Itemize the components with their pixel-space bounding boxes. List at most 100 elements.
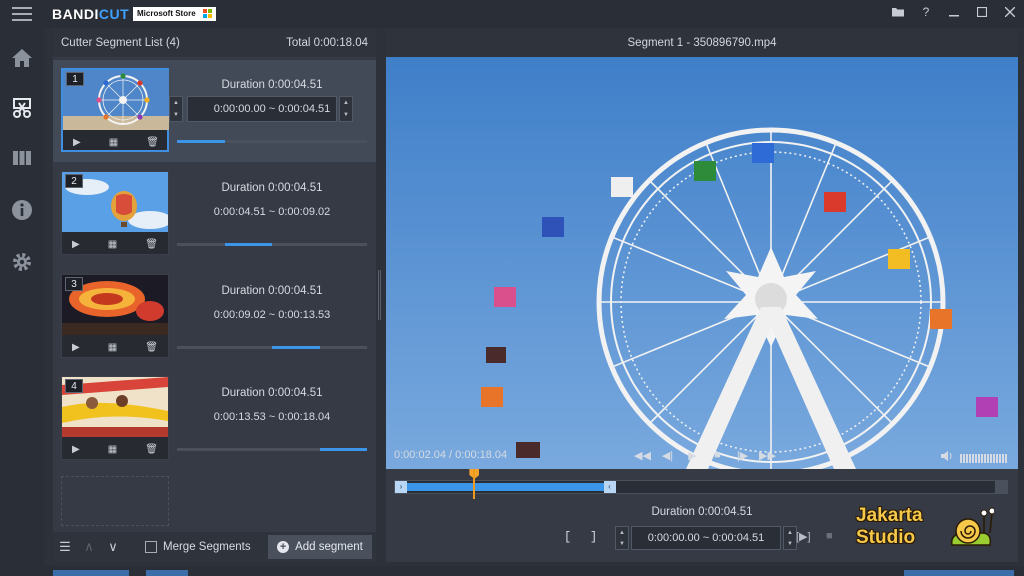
- panel-splitter[interactable]: [378, 270, 381, 320]
- segment-thumbnail[interactable]: 2 ▶ ▦ 🗑: [61, 171, 169, 255]
- segment-position-fill: [272, 346, 320, 349]
- segment-list-header: Cutter Segment List (4) Total 0:00:18.04: [53, 29, 376, 57]
- trash-icon[interactable]: 🗑: [145, 239, 158, 250]
- grid-icon[interactable]: ▦: [109, 137, 118, 148]
- title-bar: BANDICUT Microsoft Store ?: [0, 0, 1024, 28]
- timeline-selection: [401, 483, 610, 491]
- segment-number: 1: [66, 72, 84, 86]
- previous-frame-icon[interactable]: ◀|: [655, 445, 680, 465]
- segment-item-2[interactable]: 2 ▶ ▦ 🗑 Duration 0:00:04.51 0:00:04.51 ~…: [53, 163, 376, 265]
- segment-item-4[interactable]: 4 ▶ ▦ 🗑 Duration 0:00:04.51 0:00:13.53 ~…: [53, 368, 376, 470]
- window-controls: ?: [884, 0, 1024, 28]
- trash-icon[interactable]: 🗑: [145, 444, 158, 455]
- timeline-end-marker: [995, 481, 1007, 493]
- play-icon[interactable]: ▶: [72, 444, 80, 455]
- segment-list-total: Total 0:00:18.04: [286, 37, 368, 49]
- segment-range: 0:00:09.02 ~ 0:00:13.53: [213, 309, 331, 321]
- bandicut-window: BANDICUT Microsoft Store ? Cutter Segmen…: [0, 0, 1024, 576]
- play-selection-icon[interactable]: [▶]: [796, 530, 811, 543]
- segment-list-panel: Cutter Segment List (4) Total 0:00:18.04: [53, 29, 376, 562]
- segment-thumbnail[interactable]: 4 ▶ ▦ 🗑: [61, 376, 169, 460]
- play-icon[interactable]: ▶: [72, 239, 80, 250]
- plus-icon: +: [277, 541, 290, 553]
- segment-thumbnail[interactable]: 1 ▶ ▦ 🗑: [61, 68, 169, 152]
- merge-checkbox-box[interactable]: [145, 541, 157, 553]
- preview-panel: Segment 1 - 350896790.mp4 0:00:02.04 / 0…: [386, 29, 1018, 562]
- video-preview[interactable]: [386, 57, 1018, 469]
- snail-logo-icon: [950, 507, 994, 546]
- segment-item-3[interactable]: 3 ▶ ▦ 🗑 Duration 0:00:04.51 0:00:09.02 ~…: [53, 266, 376, 368]
- segment-number: 4: [65, 379, 83, 393]
- next-segment-icon[interactable]: ▶▶: [755, 445, 780, 465]
- add-segment-button[interactable]: + Add segment: [268, 535, 372, 559]
- stop-icon[interactable]: ■: [705, 445, 730, 465]
- timeline-track[interactable]: › ‹: [394, 480, 1008, 494]
- next-frame-icon[interactable]: |▶: [730, 445, 755, 465]
- maximize-icon[interactable]: [968, 0, 996, 24]
- status-segment-b: [146, 570, 188, 576]
- grid-icon[interactable]: ▦: [108, 444, 117, 455]
- segment-range: 0:00:13.53 ~ 0:00:18.04: [213, 411, 331, 423]
- set-end-button[interactable]: ]: [590, 530, 597, 544]
- segment-position-bar: [177, 448, 367, 451]
- stop-selection-icon[interactable]: ■: [826, 530, 833, 542]
- selection-end-handle[interactable]: ‹: [603, 481, 616, 493]
- thumbnail-toolbar: ▶ ▦ 🗑: [62, 337, 168, 357]
- thumbnail-toolbar: ▶ ▦ 🗑: [62, 439, 168, 459]
- merge-segments-checkbox[interactable]: Merge Segments: [145, 541, 251, 553]
- app-logo: BANDICUT: [52, 6, 129, 22]
- playback-controls: ◀◀ ◀| ▶ ■ |▶ ▶▶: [630, 445, 780, 465]
- menu-icon[interactable]: [12, 7, 32, 21]
- trash-icon[interactable]: 🗑: [146, 137, 159, 148]
- folder-icon[interactable]: [884, 0, 912, 24]
- move-down-icon[interactable]: ∨: [101, 532, 125, 562]
- grid-icon[interactable]: ▦: [108, 239, 117, 250]
- selection-range-input[interactable]: 0:00:00.00 ~ 0:00:04.51: [631, 526, 781, 550]
- play-icon[interactable]: ▶: [72, 342, 80, 353]
- segment-duration: Duration 0:00:04.51: [221, 79, 323, 91]
- segment-item-1[interactable]: 1 ▶ ▦ 🗑 Duration 0:00:04.51 ▲ ▼ 0:00:00.0…: [53, 60, 376, 162]
- segment-info: Duration 0:00:04.51 0:00:04.51 ~ 0:00:09…: [177, 163, 372, 265]
- set-start-button[interactable]: [: [564, 530, 571, 544]
- grid-icon[interactable]: ▦: [108, 342, 117, 353]
- end-time-spinner[interactable]: ▲ ▼: [783, 526, 797, 550]
- move-up-icon[interactable]: ∧: [77, 532, 101, 562]
- end-time-spinner[interactable]: ▲ ▼: [339, 96, 353, 122]
- merge-segments-label: Merge Segments: [163, 541, 251, 553]
- selection-start-handle[interactable]: ›: [395, 481, 407, 493]
- close-icon[interactable]: [996, 0, 1024, 24]
- cutter-icon[interactable]: [0, 88, 44, 128]
- volume-level-bars[interactable]: [960, 453, 1008, 463]
- segment-thumbnail[interactable]: 3 ▶ ▦ 🗑: [61, 274, 169, 358]
- volume-control[interactable]: [940, 449, 1008, 467]
- windows-logo-icon: [202, 9, 213, 19]
- play-icon[interactable]: ▶: [73, 137, 81, 148]
- minimize-icon[interactable]: [940, 0, 968, 24]
- info-icon[interactable]: [0, 190, 44, 230]
- delete-all-icon[interactable]: ☰: [53, 532, 77, 562]
- segment-number: 3: [65, 277, 83, 291]
- speaker-icon[interactable]: [940, 449, 954, 467]
- segment-list-footer: ☰ ∧ ∨ Merge Segments + Add segment: [53, 532, 376, 562]
- home-icon[interactable]: [0, 38, 44, 78]
- start-time-spinner[interactable]: ▲ ▼: [615, 526, 629, 550]
- status-segment-a: [53, 570, 129, 576]
- segment-position-fill: [177, 140, 225, 143]
- play-icon[interactable]: ▶: [680, 445, 705, 465]
- segment-duration: Duration 0:00:04.51: [221, 285, 323, 297]
- settings-gear-icon[interactable]: [0, 242, 44, 282]
- segment-position-bar: [177, 243, 367, 246]
- previous-segment-icon[interactable]: ◀◀: [630, 445, 655, 465]
- store-badge-label: Microsoft Store: [137, 9, 196, 18]
- join-icon[interactable]: [0, 138, 44, 178]
- segment-info: Duration 0:00:04.51 0:00:09.02 ~ 0:00:13…: [177, 266, 372, 368]
- microsoft-store-badge[interactable]: Microsoft Store: [133, 7, 216, 21]
- help-icon[interactable]: ?: [912, 0, 940, 24]
- segment-range: 0:00:04.51 ~ 0:00:09.02: [213, 206, 331, 218]
- brand-main: BANDI: [52, 6, 99, 22]
- trash-icon[interactable]: 🗑: [145, 342, 158, 353]
- watermark-line-2: Studio: [856, 527, 916, 548]
- segment-info: Duration 0:00:04.51 ▲ ▼ 0:00:00.00 ~ 0:00…: [169, 60, 372, 162]
- add-segment-label: Add segment: [295, 541, 363, 553]
- segment-position-bar: [177, 140, 367, 143]
